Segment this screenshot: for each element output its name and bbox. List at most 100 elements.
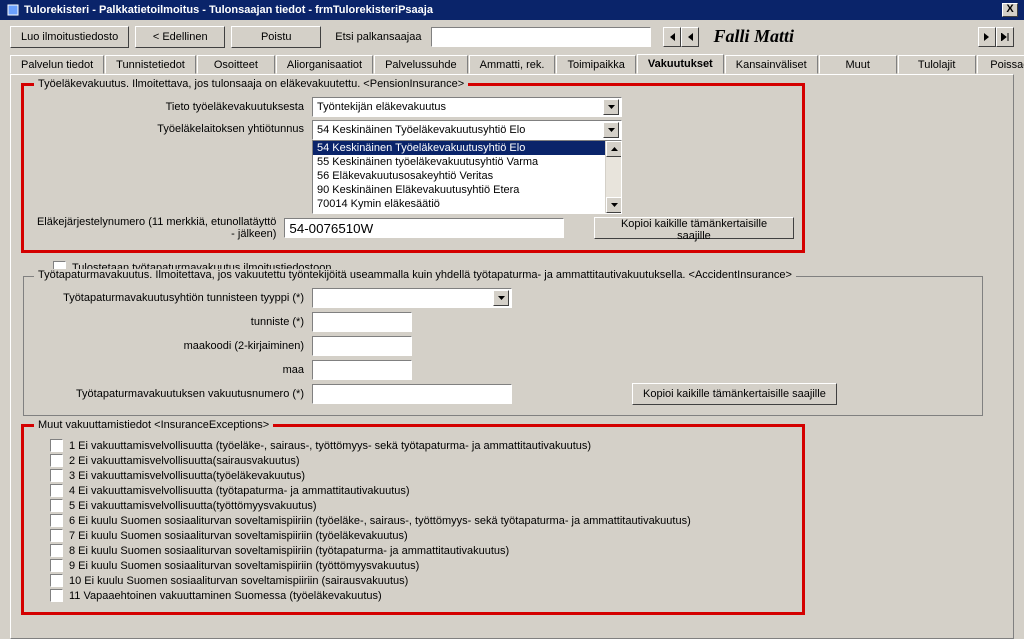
app-icon	[6, 3, 20, 17]
accident-fieldset: Työtapaturmavakuutus. Ilmoitettava, jos …	[23, 276, 983, 416]
tab-palvelun-tiedot[interactable]: Palvelun tiedot	[10, 55, 104, 74]
close-button[interactable]: X	[1002, 3, 1018, 17]
pension-arrangement-input[interactable]	[284, 218, 564, 238]
accident-countrycode-label: maakoodi (2-kirjaiminen)	[32, 340, 312, 352]
exception-line: 10 Ei kuulu Suomen sosiaaliturvan sovelt…	[50, 574, 794, 587]
exception-line: 1 Ei vakuuttamisvelvollisuutta (työeläke…	[50, 439, 794, 452]
pension-legend: Työeläkevakuutus. Ilmoitettava, jos tulo…	[34, 78, 468, 90]
chevron-down-icon	[603, 99, 619, 115]
exception-line: 7 Ei kuulu Suomen sosiaaliturvan sovelta…	[50, 529, 794, 542]
pension-company-label: Työeläkelaitoksen yhtiötunnus	[32, 120, 312, 135]
pension-type-value: Työntekijän eläkevakuutus	[317, 101, 446, 113]
tab-tulolajit[interactable]: Tulolajit	[898, 55, 976, 74]
exception-label: 3 Ei vakuuttamisvelvollisuutta(työeläkev…	[69, 470, 305, 482]
tab-aliorganisaatiot[interactable]: Aliorganisaatiot	[276, 55, 373, 74]
nav-last-icon[interactable]	[996, 27, 1014, 47]
exception-checkbox[interactable]	[50, 469, 63, 482]
exception-checkbox[interactable]	[50, 574, 63, 587]
tab-panel: Työeläkevakuutus. Ilmoitettava, jos tulo…	[10, 74, 1014, 639]
pension-fieldset: Työeläkevakuutus. Ilmoitettava, jos tulo…	[23, 85, 803, 251]
pension-type-label: Tieto työeläkevakuutuksesta	[32, 101, 312, 113]
search-label: Etsi palkansaajaa	[335, 31, 421, 43]
tab-ammatti[interactable]: Ammatti, rek.	[469, 55, 556, 74]
search-input[interactable]	[431, 27, 651, 47]
exception-label: 7 Ei kuulu Suomen sosiaaliturvan sovelta…	[69, 530, 408, 542]
exception-checkbox[interactable]	[50, 589, 63, 602]
scroll-down-icon[interactable]	[606, 197, 622, 213]
nav-next-icon[interactable]	[978, 27, 996, 47]
list-item[interactable]: 54 Keskinäinen Työeläkevakuutusyhtiö Elo	[313, 141, 621, 155]
accident-legend: Työtapaturmavakuutus. Ilmoitettava, jos …	[34, 269, 796, 281]
pension-arrangement-label: Eläkejärjestelynumero (11 merkkiä, etuno…	[32, 216, 284, 240]
exception-label: 5 Ei vakuuttamisvelvollisuutta(työttömyy…	[69, 500, 317, 512]
exception-line: 8 Ei kuulu Suomen sosiaaliturvan sovelta…	[50, 544, 794, 557]
exception-label: 8 Ei kuulu Suomen sosiaaliturvan sovelta…	[69, 545, 509, 557]
exception-checkbox[interactable]	[50, 499, 63, 512]
pension-type-select[interactable]: Työntekijän eläkevakuutus	[312, 97, 622, 117]
list-item[interactable]: 90 Keskinäinen Eläkevakuutusyhtiö Etera	[313, 183, 621, 197]
exception-label: 10 Ei kuulu Suomen sosiaaliturvan sovelt…	[69, 575, 408, 587]
person-name: Falli Matti	[709, 27, 962, 47]
window-title: Tulorekisteri - Palkkatietoilmoitus - Tu…	[24, 4, 433, 16]
accident-idtype-label: Työtapaturmavakuutusyhtiön tunnisteen ty…	[32, 292, 312, 304]
accident-number-label: Työtapaturmavakuutuksen vakuutusnumero (…	[32, 388, 312, 400]
tab-kansainvaliset[interactable]: Kansainväliset	[725, 55, 818, 74]
exception-checkbox[interactable]	[50, 454, 63, 467]
tab-poissaolot[interactable]: Poissaolot	[977, 55, 1024, 74]
exception-checkbox[interactable]	[50, 439, 63, 452]
exception-checkbox[interactable]	[50, 529, 63, 542]
chevron-down-icon	[493, 290, 509, 306]
exception-line: 9 Ei kuulu Suomen sosiaaliturvan sovelta…	[50, 559, 794, 572]
exceptions-fieldset: Muut vakuuttamistiedot <InsuranceExcepti…	[23, 426, 803, 613]
tabs: Palvelun tiedot Tunnistetiedot Osoitteet…	[10, 54, 1014, 74]
accident-number-input[interactable]	[312, 384, 512, 404]
tab-palvelussuhde[interactable]: Palvelussuhde	[374, 55, 468, 74]
exception-label: 6 Ei kuulu Suomen sosiaaliturvan sovelta…	[69, 515, 691, 527]
exit-button[interactable]: Poistu	[231, 26, 321, 48]
exception-label: 4 Ei vakuuttamisvelvollisuutta (työtapat…	[69, 485, 410, 497]
pension-company-select[interactable]: 54 Keskinäinen Työeläkevakuutusyhtiö Elo	[312, 120, 622, 140]
exception-checkbox[interactable]	[50, 559, 63, 572]
accident-id-input[interactable]	[312, 312, 412, 332]
tab-osoitteet[interactable]: Osoitteet	[197, 55, 275, 74]
tab-toimipaikka[interactable]: Toimipaikka	[556, 55, 635, 74]
window-titlebar: Tulorekisteri - Palkkatietoilmoitus - Tu…	[0, 0, 1024, 20]
accident-country-label: maa	[32, 364, 312, 376]
accident-id-label: tunniste (*)	[32, 316, 312, 328]
pension-company-listbox[interactable]: 54 Keskinäinen Työeläkevakuutusyhtiö Elo…	[312, 140, 622, 214]
pension-copy-button[interactable]: Kopioi kaikille tämänkertaisille saajill…	[594, 217, 794, 239]
list-item[interactable]: 70014 Kymin eläkesäätiö	[313, 197, 621, 211]
exception-line: 5 Ei vakuuttamisvelvollisuutta(työttömyy…	[50, 499, 794, 512]
nav-prev-icon[interactable]	[681, 27, 699, 47]
chevron-down-icon	[603, 122, 619, 138]
exception-checkbox[interactable]	[50, 544, 63, 557]
exception-label: 9 Ei kuulu Suomen sosiaaliturvan sovelta…	[69, 560, 419, 572]
exception-label: 2 Ei vakuuttamisvelvollisuutta(sairausva…	[69, 455, 300, 467]
accident-idtype-select[interactable]	[312, 288, 512, 308]
scroll-up-icon[interactable]	[606, 141, 622, 157]
list-item[interactable]: 56 Eläkevakuutusosakeyhtiö Veritas	[313, 169, 621, 183]
toolbar: Luo ilmoitustiedosto < Edellinen Poistu …	[0, 20, 1024, 52]
exception-line: 11 Vapaaehtoinen vakuuttaminen Suomessa …	[50, 589, 794, 602]
accident-country-input[interactable]	[312, 360, 412, 380]
tab-muut[interactable]: Muut	[819, 55, 897, 74]
list-item[interactable]: 55 Keskinäinen työeläkevakuutusyhtiö Var…	[313, 155, 621, 169]
exception-line: 2 Ei vakuuttamisvelvollisuutta(sairausva…	[50, 454, 794, 467]
exceptions-legend: Muut vakuuttamistiedot <InsuranceExcepti…	[34, 419, 273, 431]
nav-first-icon[interactable]	[663, 27, 681, 47]
prev-button[interactable]: < Edellinen	[135, 26, 225, 48]
exception-checkbox[interactable]	[50, 484, 63, 497]
exception-label: 11 Vapaaehtoinen vakuuttaminen Suomessa …	[69, 590, 382, 602]
accident-countrycode-input[interactable]	[312, 336, 412, 356]
tab-tunnistetiedot[interactable]: Tunnistetiedot	[105, 55, 196, 74]
tab-vakuutukset[interactable]: Vakuutukset	[637, 54, 724, 74]
exception-label: 1 Ei vakuuttamisvelvollisuutta (työeläke…	[69, 440, 591, 452]
scrollbar[interactable]	[605, 141, 621, 213]
exception-line: 6 Ei kuulu Suomen sosiaaliturvan sovelta…	[50, 514, 794, 527]
exception-checkbox[interactable]	[50, 514, 63, 527]
create-file-button[interactable]: Luo ilmoitustiedosto	[10, 26, 129, 48]
exception-line: 3 Ei vakuuttamisvelvollisuutta(työeläkev…	[50, 469, 794, 482]
accident-copy-button[interactable]: Kopioi kaikille tämänkertaisille saajill…	[632, 383, 837, 405]
pension-company-value: 54 Keskinäinen Työeläkevakuutusyhtiö Elo	[317, 124, 525, 136]
exception-line: 4 Ei vakuuttamisvelvollisuutta (työtapat…	[50, 484, 794, 497]
